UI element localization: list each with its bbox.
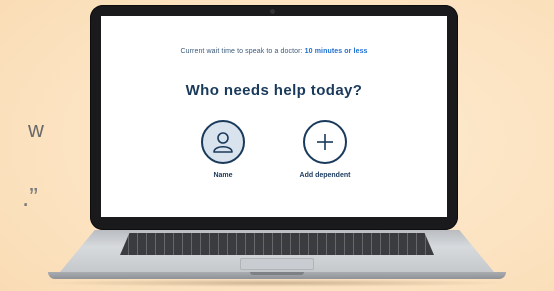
camera-icon (270, 9, 275, 14)
add-dependent-label: Add dependent (299, 172, 351, 179)
laptop-notch (250, 272, 304, 275)
trackpad (240, 258, 314, 270)
wait-time-value: 10 minutes or less (304, 48, 368, 55)
page-title: Who needs help today? (185, 82, 363, 99)
patient-option-self[interactable]: Name (188, 120, 258, 179)
laptop-screen: Current wait time to speak to a doctor: … (101, 16, 447, 217)
wait-time-prefix: Current wait time to speak to a doctor: (180, 48, 305, 55)
user-icon (213, 132, 233, 153)
laptop-shadow (40, 279, 514, 287)
self-option-label: Name (213, 172, 233, 179)
background-quote-fragment: .” (22, 182, 38, 212)
wait-time-text: Current wait time to speak to a doctor: … (101, 48, 447, 55)
add-dependent-button[interactable] (303, 120, 347, 164)
add-dependent-option[interactable]: Add dependent (290, 120, 360, 179)
laptop-lid: Current wait time to speak to a doctor: … (90, 5, 458, 230)
self-avatar-button[interactable] (201, 120, 245, 164)
plus-icon (317, 134, 333, 150)
keyboard (120, 233, 434, 255)
background-text-fragment: w (28, 117, 44, 142)
